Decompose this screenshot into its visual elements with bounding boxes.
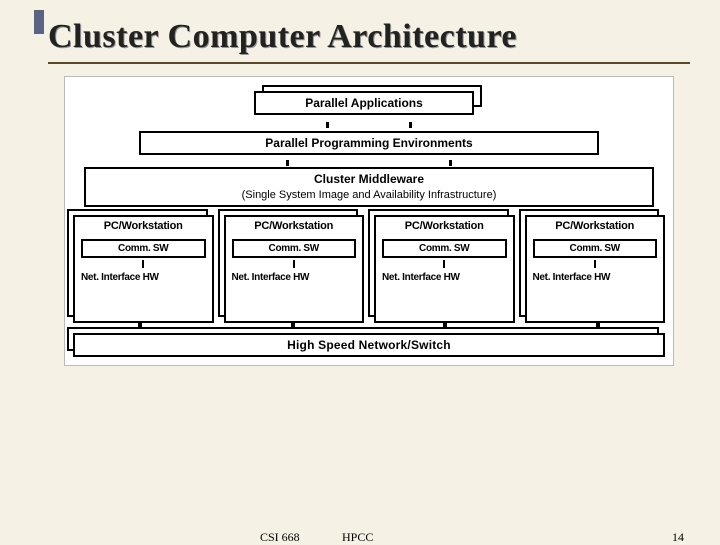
node-column: PC/Workstation Comm. SW Net. Interface H… <box>374 215 515 323</box>
connector-icon <box>286 160 289 166</box>
slide-title: Cluster Computer Architecture <box>48 18 690 56</box>
node-title: PC/Workstation <box>527 217 664 237</box>
high-speed-network-box: High Speed Network/Switch <box>73 333 665 357</box>
connector-icon <box>409 122 412 128</box>
slide-accent <box>34 10 44 34</box>
node-column: PC/Workstation Comm. SW Net. Interface H… <box>525 215 666 323</box>
slide-content: Cluster Computer Architecture Parallel A… <box>0 0 720 376</box>
connector-icon <box>326 122 329 128</box>
architecture-diagram: Parallel Applications Parallel Programmi… <box>64 76 674 366</box>
comm-sw-box: Comm. SW <box>232 239 357 258</box>
node-title: PC/Workstation <box>75 217 212 237</box>
connector-icon <box>293 260 295 268</box>
programming-environments-box: Parallel Programming Environments <box>139 131 599 155</box>
node-title: PC/Workstation <box>376 217 513 237</box>
connector-icon <box>594 260 596 268</box>
workstation-node: PC/Workstation Comm. SW Net. Interface H… <box>525 215 666 323</box>
middleware-title: Cluster Middleware <box>314 172 424 186</box>
footer-topic: HPCC <box>342 530 373 545</box>
nodes-row: PC/Workstation Comm. SW Net. Interface H… <box>73 215 665 323</box>
middleware-subtitle: (Single System Image and Availability In… <box>92 188 646 202</box>
comm-sw-box: Comm. SW <box>533 239 658 258</box>
page-number: 14 <box>672 530 684 545</box>
workstation-node: PC/Workstation Comm. SW Net. Interface H… <box>374 215 515 323</box>
connector-icon <box>142 260 144 268</box>
workstation-node: PC/Workstation Comm. SW Net. Interface H… <box>73 215 214 323</box>
net-interface-label: Net. Interface HW <box>527 268 664 283</box>
parallel-applications-box: Parallel Applications <box>254 91 474 115</box>
comm-sw-box: Comm. SW <box>81 239 206 258</box>
parallel-applications-layer: Parallel Applications <box>254 87 484 117</box>
net-interface-label: Net. Interface HW <box>226 268 363 283</box>
net-interface-label: Net. Interface HW <box>376 268 513 283</box>
node-column: PC/Workstation Comm. SW Net. Interface H… <box>224 215 365 323</box>
connector-icon <box>449 160 452 166</box>
comm-sw-box: Comm. SW <box>382 239 507 258</box>
title-rule <box>48 62 690 64</box>
node-title: PC/Workstation <box>226 217 363 237</box>
footer-course: CSI 668 <box>260 530 300 545</box>
workstation-node: PC/Workstation Comm. SW Net. Interface H… <box>224 215 365 323</box>
connector-row <box>73 160 665 166</box>
node-column: PC/Workstation Comm. SW Net. Interface H… <box>73 215 214 323</box>
connector-row <box>73 122 665 128</box>
net-interface-label: Net. Interface HW <box>75 268 212 283</box>
high-speed-network-layer: High Speed Network/Switch <box>73 333 665 357</box>
middleware-box: Cluster Middleware (Single System Image … <box>84 167 654 207</box>
connector-icon <box>443 260 445 268</box>
